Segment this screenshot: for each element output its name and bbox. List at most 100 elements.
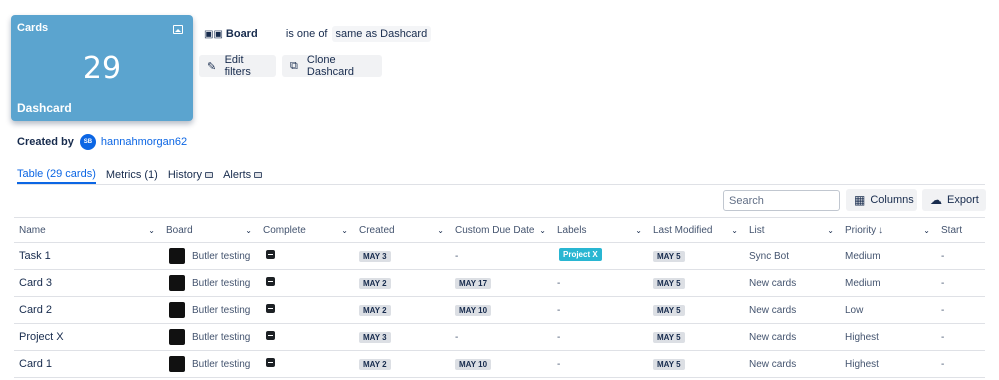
column-header-start[interactable]: Start [936, 225, 985, 236]
date-badge: MAY 2 [359, 277, 391, 289]
cell-created: MAY 2 [354, 297, 450, 323]
column-header-created[interactable]: Created ⌄ [354, 225, 450, 236]
empty-value: - [941, 304, 945, 316]
chevron-down-icon[interactable]: ⌄ [731, 226, 738, 235]
checkbox-indeterminate-icon[interactable] [266, 303, 275, 313]
cell-complete[interactable] [258, 324, 354, 350]
dashcard-count: 29 [82, 51, 122, 86]
chevron-down-icon[interactable]: ⌄ [827, 226, 834, 235]
column-label: Created [359, 224, 395, 236]
avatar[interactable]: SB [79, 134, 96, 150]
filter-value[interactable]: same as Dashcard [331, 26, 432, 42]
filter-row: ▣▣ Board is one of same as Dashcard [204, 26, 432, 42]
cell-name[interactable]: Card 2 [14, 297, 161, 323]
column-header-board[interactable]: Board ⌄ [161, 225, 258, 236]
tab-bar: Table (29 cards) Metrics (1) History Ale… [17, 166, 272, 184]
board-label: Butler testing [192, 304, 251, 316]
checkbox-indeterminate-icon[interactable] [266, 357, 275, 367]
date-badge: MAY 10 [455, 358, 492, 370]
filter-field: Board [225, 28, 258, 40]
board-thumbnail [169, 356, 185, 372]
checkbox-indeterminate-icon[interactable] [266, 249, 275, 259]
search-input[interactable] [723, 190, 840, 211]
filter-operator: is one of [285, 28, 328, 40]
cell-due-date: MAY 10 [450, 351, 552, 377]
created-by: Created by SB hannahmorgan62 [17, 134, 187, 150]
chevron-down-icon[interactable]: ⌄ [437, 226, 444, 235]
column-header-labels[interactable]: Labels ⌄ [552, 225, 648, 236]
cell-name[interactable]: Card 3 [14, 270, 161, 296]
column-header-name[interactable]: Name ⌄ [14, 225, 161, 236]
chevron-down-icon[interactable]: ⌄ [635, 226, 642, 235]
column-header-priority[interactable]: Priority ↓ ⌄ [840, 225, 936, 236]
cell-created: MAY 2 [354, 351, 450, 377]
board-thumbnail [169, 275, 185, 291]
column-label: Labels [557, 224, 587, 236]
date-badge: MAY 5 [653, 250, 685, 262]
table-row[interactable]: Card 3 Butler testing MAY 2 MAY 17 - MAY… [14, 270, 985, 297]
table-row[interactable]: Project X Butler testing MAY 3 - - MAY 5… [14, 324, 985, 351]
cell-complete[interactable] [258, 243, 354, 269]
cell-list: New cards [749, 304, 797, 316]
tab-metrics[interactable]: Metrics (1) [106, 166, 158, 184]
date-badge: MAY 10 [455, 304, 492, 316]
empty-value: - [941, 277, 945, 289]
checkbox-indeterminate-icon[interactable] [266, 276, 275, 286]
image-icon[interactable] [173, 25, 183, 34]
empty-value: - [557, 358, 561, 370]
cell-due-date: - [450, 243, 552, 269]
dashcard-tile[interactable]: Cards 29 Dashcard [11, 15, 193, 121]
cards-table: Name ⌄ Board ⌄ Complete ⌄ Created ⌄ Custom D… [14, 217, 985, 378]
dashcard-title: Cards [17, 22, 49, 34]
chevron-down-icon[interactable]: ⌄ [245, 226, 252, 235]
empty-value: - [455, 331, 459, 343]
cell-list: Sync Bot [749, 250, 790, 262]
columns-button[interactable]: ▦ Columns [846, 189, 917, 211]
column-label: List [749, 224, 765, 236]
cell-list: New cards [749, 358, 797, 370]
export-label: Export [947, 194, 979, 206]
cell-start: - [936, 351, 985, 377]
edit-filters-button[interactable]: ✎ Edit filters [199, 54, 276, 78]
column-header-custom-due-date[interactable]: Custom Due Date ⌄ [450, 225, 552, 236]
cell-board: Butler testing [161, 351, 258, 377]
cell-complete[interactable] [258, 270, 354, 296]
label-chip[interactable]: Project X [559, 247, 602, 261]
cell-labels: - [552, 351, 648, 377]
cell-complete[interactable] [258, 297, 354, 323]
tab-alerts[interactable]: Alerts [223, 166, 263, 184]
table-icon: ▦ [854, 193, 866, 207]
column-label: Start [941, 224, 963, 236]
chevron-down-icon[interactable]: ⌄ [341, 226, 348, 235]
cell-last-modified: MAY 5 [648, 351, 744, 377]
tab-divider [17, 184, 985, 185]
table-row[interactable]: Task 1 Butler testing MAY 3 - Project X … [14, 243, 985, 270]
table-row[interactable]: Card 1 Butler testing MAY 2 MAY 10 - MAY… [14, 351, 985, 378]
cell-name[interactable]: Card 1 [14, 351, 161, 377]
export-button[interactable]: ☁ Export [922, 189, 986, 211]
checkbox-indeterminate-icon[interactable] [266, 330, 275, 340]
premium-icon [254, 172, 263, 178]
column-header-last-modified[interactable]: Last Modified ⌄ [648, 225, 744, 236]
cell-name[interactable]: Task 1 [14, 243, 161, 269]
cell-complete[interactable] [258, 351, 354, 377]
cell-name[interactable]: Project X [14, 324, 161, 350]
board-label: Butler testing [192, 277, 251, 289]
chevron-down-icon[interactable]: ⌄ [148, 226, 155, 235]
tab-table[interactable]: Table (29 cards) [17, 166, 96, 184]
chevron-down-icon[interactable]: ⌄ [923, 226, 930, 235]
cell-board: Butler testing [161, 324, 258, 350]
board-icon: ▣▣ [204, 28, 223, 40]
creator-username-link[interactable]: hannahmorgan62 [101, 136, 187, 148]
clone-dashcard-button[interactable]: ⧉ Clone Dashcard [282, 54, 382, 78]
table-row[interactable]: Card 2 Butler testing MAY 2 MAY 10 - MAY… [14, 297, 985, 324]
cell-list: New cards [749, 277, 797, 289]
tab-history[interactable]: History [167, 166, 214, 184]
cell-start: - [936, 243, 985, 269]
tab-history-label: History [167, 169, 203, 181]
chevron-down-icon[interactable]: ⌄ [539, 226, 546, 235]
column-header-complete[interactable]: Complete ⌄ [258, 225, 354, 236]
cell-created: MAY 3 [354, 324, 450, 350]
date-badge: MAY 17 [455, 277, 492, 289]
column-header-list[interactable]: List ⌄ [744, 225, 840, 236]
